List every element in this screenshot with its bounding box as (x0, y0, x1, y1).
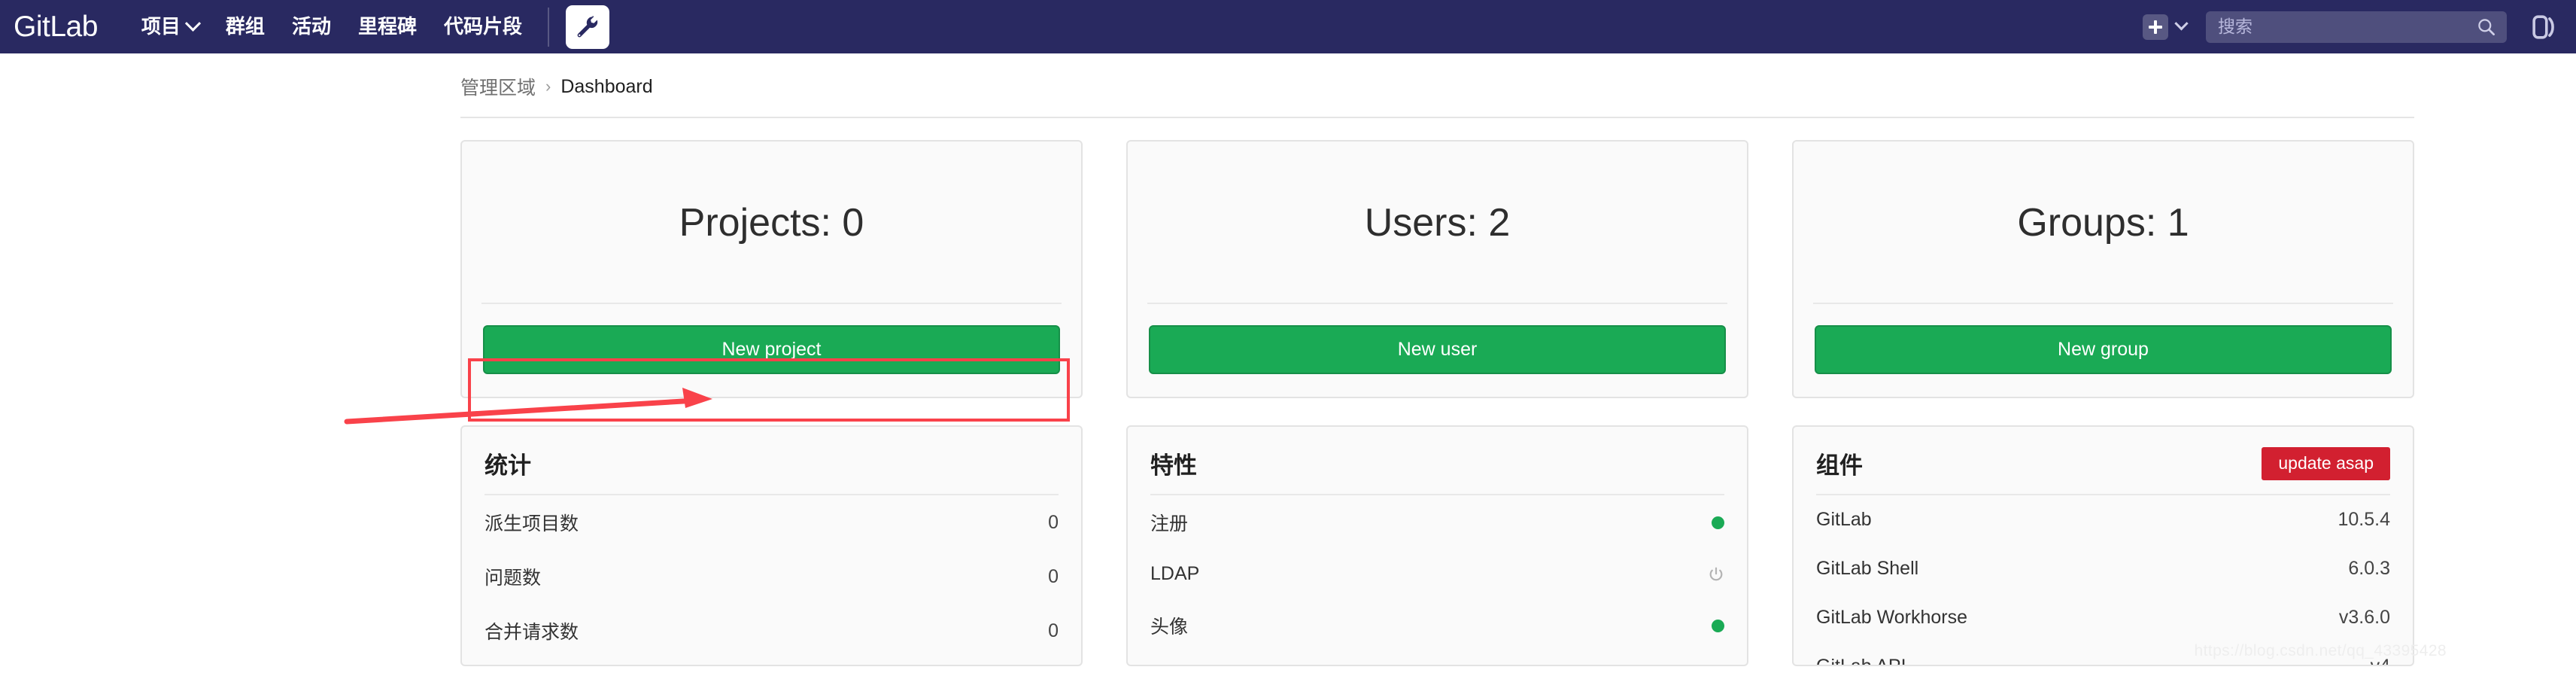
power-off-icon (1708, 566, 1724, 583)
nav-item-snippets[interactable]: 代码片段 (430, 0, 536, 53)
table-row: LDAP (1150, 550, 1724, 598)
watermark-text: https://blog.csdn.net/qq_43395428 (2194, 642, 2447, 659)
groups-count: Groups: 1 (2017, 201, 2189, 245)
nav-item-label: 群组 (225, 15, 265, 38)
statistics-header: 统计 (485, 446, 1059, 495)
new-project-button[interactable]: New project (483, 325, 1060, 374)
search-input[interactable] (2218, 17, 2476, 37)
new-group-button[interactable]: New group (1815, 325, 2392, 374)
row-value: 0 (1048, 511, 1059, 533)
features-title: 特性 (1150, 452, 1197, 479)
groups-card: Groups: 1 New group (1792, 140, 2414, 398)
breadcrumb-container: 管理区域 › Dashboard (460, 53, 2414, 118)
statistics-title: 统计 (485, 452, 531, 479)
breadcrumb-dashboard: Dashboard (560, 75, 653, 97)
table-row: GitLab 10.5.4 (1816, 495, 2390, 544)
row-label: 问题数 (485, 568, 542, 589)
nav-item-projects[interactable]: 项目 (128, 0, 212, 53)
row-label: GitLab API (1816, 656, 1906, 666)
top-navbar: GitLab 项目 群组 活动 里程碑 代码片段 (0, 0, 2576, 53)
row-label: 注册 (1150, 513, 1189, 534)
table-row: GitLab Workhorse v3.6.0 (1816, 593, 2390, 642)
row-label: 派生项目数 (485, 513, 579, 534)
chevron-down-icon (2174, 17, 2189, 31)
detail-panel-grid: 统计 派生项目数 0 问题数 0 合并请求数 0 批注数 0 特性 (460, 425, 2414, 666)
users-card-actions: New user (1128, 304, 1747, 397)
nav-item-milestones[interactable]: 里程碑 (345, 0, 430, 53)
chevron-down-icon (184, 15, 202, 32)
row-value: 0 (1048, 565, 1059, 587)
search-icon[interactable] (2476, 17, 2496, 37)
primary-nav: 项目 群组 活动 里程碑 代码片段 (128, 0, 536, 53)
admin-area-button[interactable] (565, 5, 609, 49)
breadcrumb-admin-area[interactable]: 管理区域 (460, 73, 536, 100)
nav-item-label: 项目 (141, 15, 181, 38)
nav-item-label: 代码片段 (443, 15, 522, 38)
navbar-right (2143, 0, 2559, 53)
avatar-icon (2532, 14, 2554, 39)
components-panel: 组件 update asap GitLab 10.5.4 GitLab Shel… (1792, 425, 2414, 666)
row-label: LDAP (1150, 563, 1200, 584)
row-label: 合并请求数 (485, 622, 579, 643)
projects-card-actions: New project (462, 304, 1081, 397)
gitlab-logo[interactable]: GitLab (14, 12, 98, 41)
features-header: 特性 (1150, 446, 1724, 495)
row-label: GitLab (1816, 509, 1872, 530)
table-row: 问题数 0 (485, 550, 1059, 604)
page-content: 管理区域 › Dashboard Projects: 0 New project… (0, 53, 2576, 666)
nav-divider (547, 7, 549, 47)
table-row: OmniAuth (1150, 653, 1724, 665)
new-user-button[interactable]: New user (1149, 325, 1726, 374)
nav-item-label: 里程碑 (357, 15, 417, 38)
components-header: 组件 update asap (1816, 446, 2390, 495)
table-row: 派生项目数 0 (485, 495, 1059, 550)
row-label: GitLab Workhorse (1816, 607, 1968, 628)
breadcrumb-separator-icon: › (545, 77, 551, 96)
update-asap-badge[interactable]: update asap (2262, 446, 2390, 480)
row-value: v3.6.0 (2338, 607, 2390, 628)
breadcrumb: 管理区域 › Dashboard (460, 73, 2414, 118)
nav-item-groups[interactable]: 群组 (212, 0, 278, 53)
row-value: 0 (1048, 620, 1059, 641)
projects-card: Projects: 0 New project (460, 140, 1083, 398)
table-row: GitLab Shell 6.0.3 (1816, 544, 2390, 593)
table-row: 注册 (1150, 495, 1724, 550)
groups-card-actions: New group (1794, 304, 2413, 397)
row-value: 10.5.4 (2338, 509, 2390, 530)
wrench-icon (577, 15, 598, 37)
nav-item-activity[interactable]: 活动 (278, 0, 345, 53)
status-dot-green-icon (1712, 516, 1724, 529)
projects-count: Projects: 0 (679, 201, 864, 245)
table-row: 批注数 0 (485, 658, 1059, 665)
status-dot-green-icon (1712, 619, 1724, 632)
summary-card-grid: Projects: 0 New project Users: 2 New use… (460, 118, 2414, 398)
components-title: 组件 (1816, 452, 1863, 479)
plus-icon (2143, 14, 2168, 40)
row-label: GitLab Shell (1816, 558, 1919, 579)
features-panel: 特性 注册 LDAP 头像 OmniAuth (1126, 425, 1748, 666)
table-row: 头像 (1150, 598, 1724, 653)
user-avatar-button[interactable] (2529, 12, 2559, 42)
search-box[interactable] (2206, 11, 2507, 43)
users-card: Users: 2 New user (1126, 140, 1748, 398)
nav-item-label: 活动 (291, 15, 331, 38)
table-row: 合并请求数 0 (485, 604, 1059, 658)
statistics-panel: 统计 派生项目数 0 问题数 0 合并请求数 0 批注数 0 (460, 425, 1083, 666)
users-count: Users: 2 (1364, 201, 1511, 245)
row-label: 头像 (1150, 617, 1189, 638)
row-value: 6.0.3 (2348, 558, 2390, 579)
new-dropdown-button[interactable] (2143, 14, 2189, 40)
